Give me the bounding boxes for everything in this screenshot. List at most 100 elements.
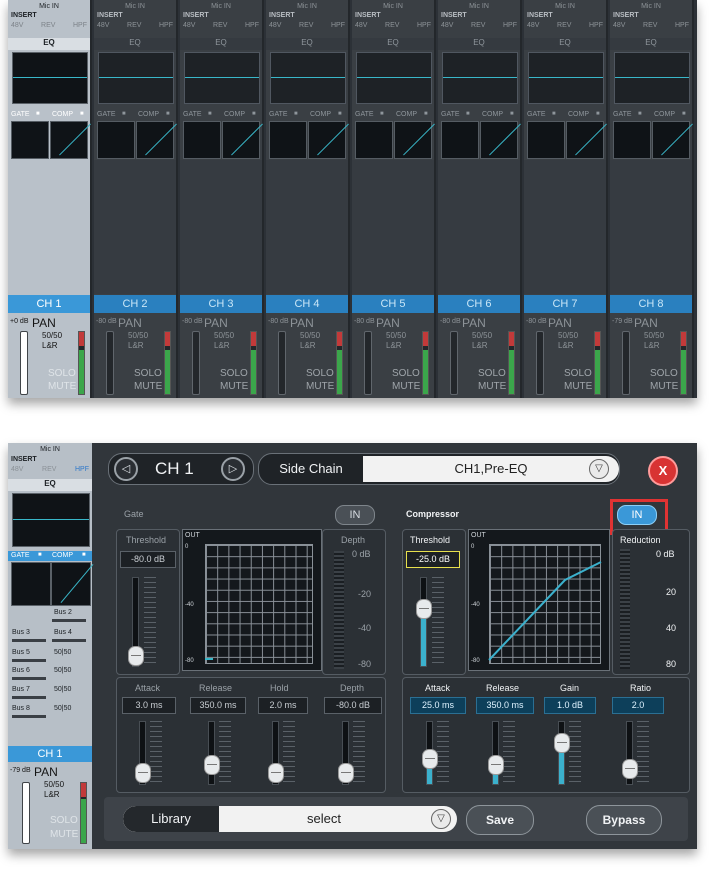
close-button[interactable]: X bbox=[648, 456, 678, 486]
solo-button[interactable]: SOLO bbox=[50, 815, 78, 826]
insert-button[interactable]: INSERT bbox=[527, 11, 553, 20]
comp-thumbnail[interactable] bbox=[136, 121, 177, 159]
mute-button[interactable]: MUTE bbox=[306, 381, 334, 392]
mute-button[interactable]: MUTE bbox=[134, 381, 162, 392]
channel-fader[interactable] bbox=[106, 331, 114, 395]
eq-thumbnail[interactable] bbox=[614, 52, 690, 104]
eq-thumbnail[interactable] bbox=[12, 493, 90, 547]
gate-thumbnail[interactable] bbox=[527, 121, 565, 159]
solo-button[interactable]: SOLO bbox=[306, 368, 334, 379]
gate-threshold-value[interactable]: -80.0 dB bbox=[120, 551, 176, 568]
bus-8-send[interactable] bbox=[12, 715, 46, 718]
phantom-48v-button[interactable]: 48V bbox=[613, 21, 625, 30]
hpf-button[interactable]: HPF bbox=[417, 21, 431, 30]
triangle-right-icon[interactable]: ▷ bbox=[221, 457, 245, 481]
rev-button[interactable]: REV bbox=[385, 21, 399, 30]
comp-thumbnail[interactable] bbox=[222, 121, 263, 159]
comp-ratio-value[interactable]: 2.0 bbox=[612, 697, 664, 714]
bypass-button[interactable]: Bypass bbox=[586, 805, 662, 835]
channel-select-button[interactable]: CH 7 bbox=[524, 295, 606, 313]
gate-release-value[interactable]: 350.0 ms bbox=[190, 697, 246, 714]
hpf-button[interactable]: HPF bbox=[73, 21, 87, 30]
eq-thumbnail[interactable] bbox=[528, 52, 604, 104]
rev-button[interactable]: REV bbox=[42, 466, 56, 473]
bus-6-send[interactable] bbox=[12, 677, 46, 680]
solo-button[interactable]: SOLO bbox=[392, 368, 420, 379]
library-preset-select[interactable]: select bbox=[219, 806, 429, 832]
eq-thumbnail[interactable] bbox=[184, 52, 260, 104]
gate-depth2-value[interactable]: -80.0 dB bbox=[324, 697, 382, 714]
solo-button[interactable]: SOLO bbox=[564, 368, 592, 379]
sidechain-selector[interactable]: Side Chain CH1,Pre-EQ ▽ bbox=[258, 453, 620, 485]
comp-gain-knob[interactable] bbox=[554, 733, 570, 753]
save-button[interactable]: Save bbox=[466, 805, 534, 835]
hpf-button[interactable]: HPF bbox=[331, 21, 345, 30]
gate-thumbnail[interactable] bbox=[355, 121, 393, 159]
insert-button[interactable]: INSERT bbox=[269, 11, 295, 20]
mute-button[interactable]: MUTE bbox=[220, 381, 248, 392]
gate-depth2-knob[interactable] bbox=[338, 763, 354, 783]
phantom-48v-button[interactable]: 48V bbox=[183, 21, 195, 30]
eq-thumbnail[interactable] bbox=[442, 52, 518, 104]
gate-thumbnail[interactable] bbox=[269, 121, 307, 159]
gate-thumbnail[interactable] bbox=[97, 121, 135, 159]
comp-thumbnail[interactable] bbox=[50, 121, 91, 159]
sidechain-source[interactable]: CH1,Pre-EQ bbox=[363, 456, 619, 482]
bus-5-send[interactable] bbox=[12, 659, 46, 662]
eq-thumbnail[interactable] bbox=[98, 52, 174, 104]
insert-button[interactable]: INSERT bbox=[183, 11, 209, 20]
comp-thumbnail[interactable] bbox=[566, 121, 607, 159]
solo-button[interactable]: SOLO bbox=[220, 368, 248, 379]
comp-thumbnail[interactable] bbox=[480, 121, 521, 159]
comp-gain-value[interactable]: 1.0 dB bbox=[544, 697, 596, 714]
gate-thumbnail[interactable] bbox=[441, 121, 479, 159]
channel-fader[interactable] bbox=[450, 331, 458, 395]
mute-button[interactable]: MUTE bbox=[650, 381, 678, 392]
gate-release-slider[interactable] bbox=[208, 721, 215, 785]
channel-fader[interactable] bbox=[192, 331, 200, 395]
hpf-button[interactable]: HPF bbox=[245, 21, 259, 30]
gate-thumbnail[interactable] bbox=[183, 121, 221, 159]
channel-fader[interactable] bbox=[622, 331, 630, 395]
channel-select-button[interactable]: CH 3 bbox=[180, 295, 262, 313]
gate-thumbnail[interactable] bbox=[11, 121, 49, 159]
gate-thumbnail[interactable] bbox=[613, 121, 651, 159]
compressor-in-button[interactable]: IN bbox=[617, 505, 657, 525]
comp-thumbnail[interactable] bbox=[394, 121, 435, 159]
hpf-button[interactable]: HPF bbox=[589, 21, 603, 30]
rev-button[interactable]: REV bbox=[213, 21, 227, 30]
gate-in-button[interactable]: IN bbox=[335, 505, 375, 525]
bus-2-send[interactable] bbox=[52, 619, 86, 622]
library-selector[interactable]: Library select ▽ bbox=[123, 806, 457, 832]
gate-release-knob[interactable] bbox=[204, 755, 220, 775]
channel-select-button[interactable]: CH 8 bbox=[610, 295, 692, 313]
insert-button[interactable]: INSERT bbox=[613, 11, 639, 20]
gate-attack-value[interactable]: 3.0 ms bbox=[122, 697, 176, 714]
comp-thumbnail[interactable] bbox=[308, 121, 349, 159]
mute-button[interactable]: MUTE bbox=[478, 381, 506, 392]
eq-thumbnail[interactable] bbox=[12, 52, 88, 104]
eq-thumbnail[interactable] bbox=[270, 52, 346, 104]
channel-select-button[interactable]: CH 6 bbox=[438, 295, 520, 313]
channel-fader[interactable] bbox=[278, 331, 286, 395]
chevron-down-icon[interactable]: ▽ bbox=[431, 809, 451, 829]
comp-attack-knob[interactable] bbox=[422, 749, 438, 769]
bus-7-send[interactable] bbox=[12, 696, 46, 699]
solo-button[interactable]: SOLO bbox=[650, 368, 678, 379]
phantom-48v-button[interactable]: 48V bbox=[441, 21, 453, 30]
comp-thumbnail[interactable] bbox=[652, 121, 693, 159]
comp-threshold-slider[interactable] bbox=[420, 577, 427, 667]
comp-threshold-value[interactable]: -25.0 dB bbox=[406, 551, 460, 568]
comp-gain-slider[interactable] bbox=[558, 721, 565, 785]
solo-button[interactable]: SOLO bbox=[134, 368, 162, 379]
rev-button[interactable]: REV bbox=[643, 21, 657, 30]
rev-button[interactable]: REV bbox=[41, 21, 55, 30]
phantom-48v-button[interactable]: 48V bbox=[527, 21, 539, 30]
hpf-button[interactable]: HPF bbox=[503, 21, 517, 30]
insert-button[interactable]: INSERT bbox=[11, 11, 37, 20]
phantom-48v-button[interactable]: 48V bbox=[269, 21, 281, 30]
mute-button[interactable]: MUTE bbox=[48, 381, 76, 392]
comp-thumbnail[interactable] bbox=[51, 562, 94, 606]
eq-thumbnail[interactable] bbox=[356, 52, 432, 104]
channel-select-button[interactable]: CH 1 bbox=[8, 746, 92, 762]
